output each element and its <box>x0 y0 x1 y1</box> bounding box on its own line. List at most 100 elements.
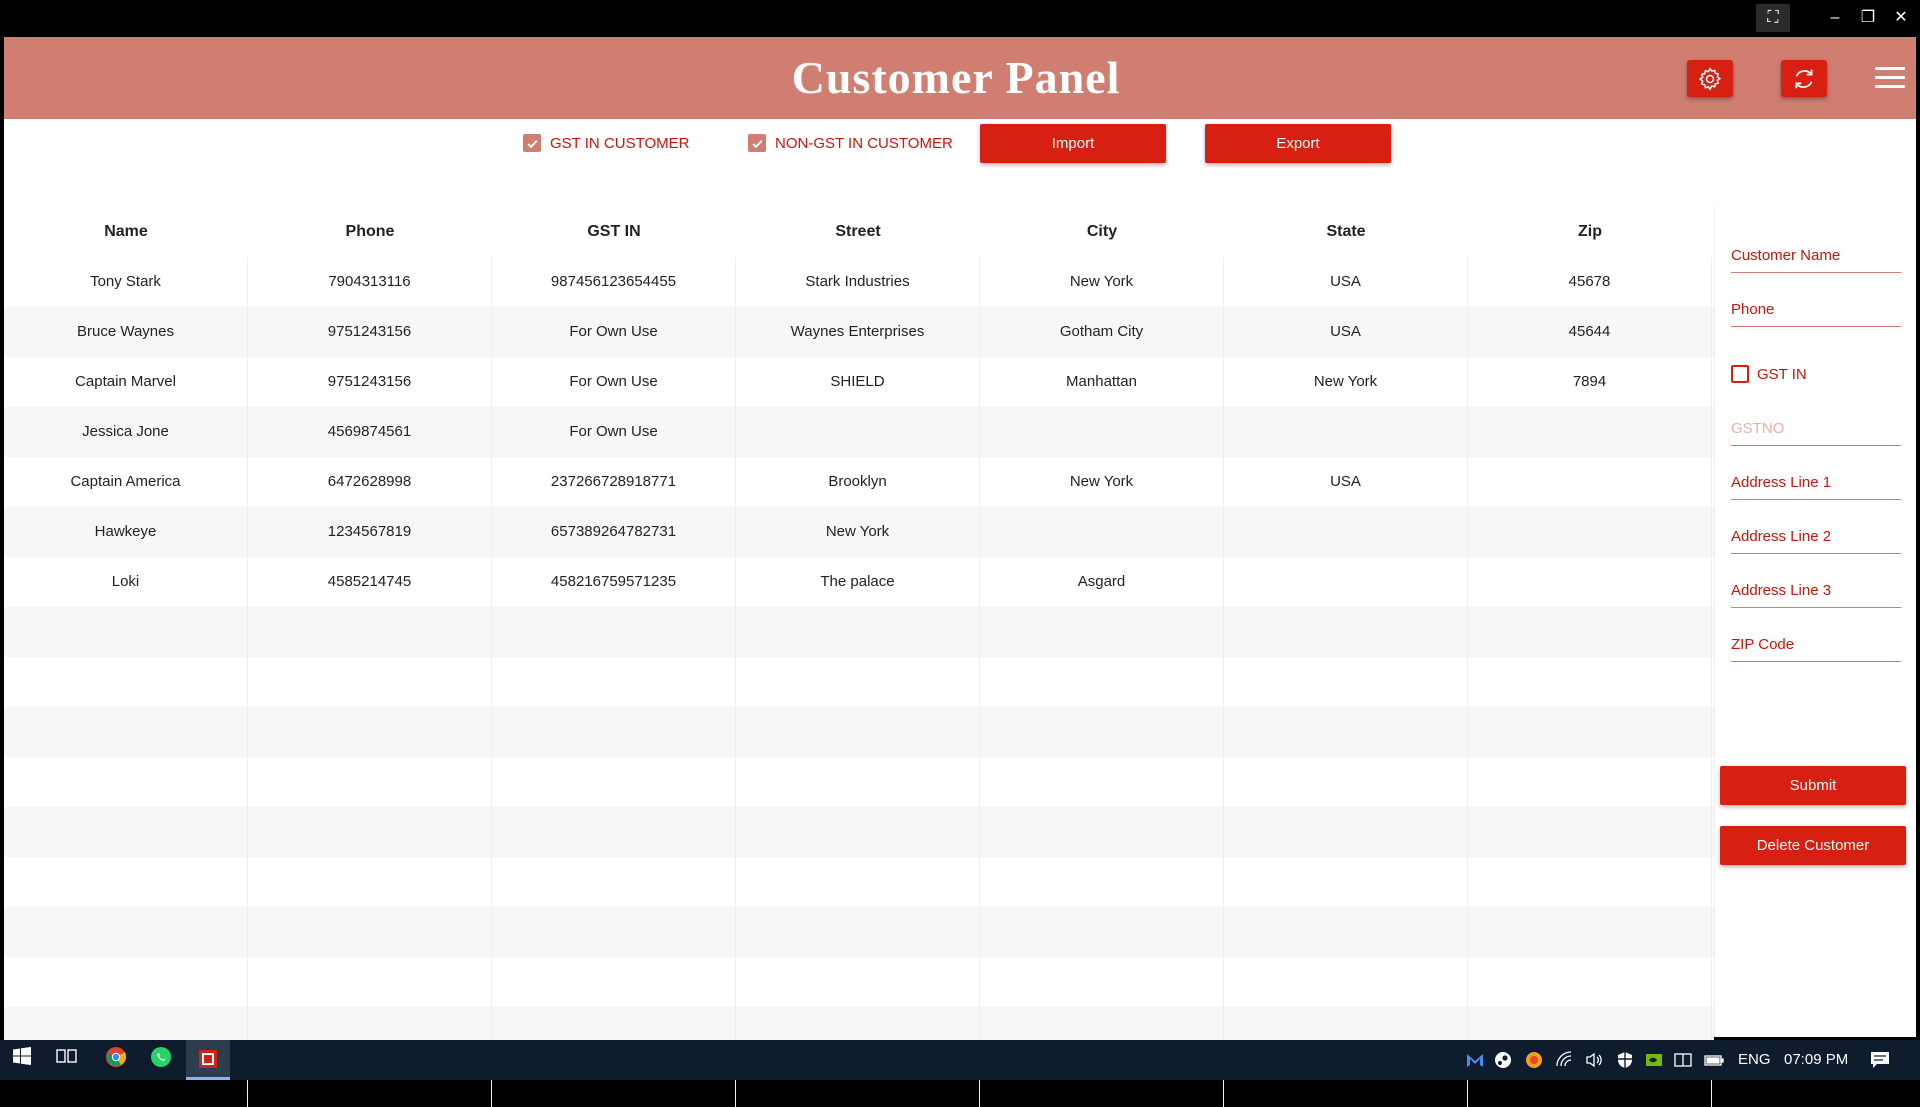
cell-phone <box>248 857 492 907</box>
cell-phone <box>248 957 492 1007</box>
table-row[interactable] <box>4 857 1714 907</box>
cell-city <box>980 807 1224 857</box>
display-tray-icon[interactable] <box>1674 1040 1692 1080</box>
zip-code-field[interactable]: ZIP Code <box>1731 636 1901 662</box>
table-row[interactable] <box>4 757 1714 807</box>
clock[interactable]: 07:09 PM <box>1784 1040 1848 1080</box>
close-icon[interactable]: ✕ <box>1884 4 1918 32</box>
cell-street: Waynes Enterprises <box>736 307 980 357</box>
cell-phone <box>248 807 492 857</box>
cell-name <box>4 957 248 1007</box>
task-view-icon[interactable] <box>51 1046 83 1074</box>
column-header-state[interactable]: State <box>1224 207 1468 257</box>
customer-name-field[interactable]: Customer Name <box>1731 247 1901 273</box>
address-line-2-field[interactable]: Address Line 2 <box>1731 528 1901 554</box>
nvidia-tray-icon[interactable] <box>1645 1040 1663 1080</box>
refresh-button[interactable] <box>1781 60 1827 97</box>
cell-name <box>4 807 248 857</box>
export-button[interactable]: Export <box>1205 124 1391 163</box>
settings-button[interactable] <box>1687 60 1733 97</box>
column-header-phone[interactable]: Phone <box>248 207 492 257</box>
gst-in-toggle[interactable]: GST IN <box>1731 365 1807 383</box>
restore-icon[interactable]: ❐ <box>1851 4 1885 32</box>
address-line-3-field[interactable]: Address Line 3 <box>1731 582 1901 608</box>
cell-zip <box>1468 407 1712 457</box>
cell-city <box>980 757 1224 807</box>
table-row[interactable]: Captain America 6472628998 237266728918771… <box>4 457 1714 507</box>
cell-zip: 7894 <box>1468 357 1712 407</box>
cell-city <box>980 607 1224 657</box>
security-shield-icon[interactable] <box>1616 1040 1634 1080</box>
cell-name: Bruce Waynes <box>4 307 248 357</box>
malwarebytes-tray-icon[interactable] <box>1466 1040 1484 1080</box>
cell-name: Jessica Jone <box>4 407 248 457</box>
non-gst-in-customer-filter[interactable]: NON-GST IN CUSTOMER <box>748 134 953 152</box>
cell-gst-in: 987456123654455 <box>492 257 736 307</box>
table-row[interactable] <box>4 957 1714 1007</box>
table-row[interactable]: Hawkeye 1234567819 657389264782731 New York <box>4 507 1714 557</box>
import-button[interactable]: Import <box>980 124 1166 163</box>
cell-city: Manhattan <box>980 357 1224 407</box>
cell-state: USA <box>1224 457 1468 507</box>
table-row[interactable]: Loki 4585214745 458216759571235 The palace A… <box>4 557 1714 607</box>
whatsapp-icon[interactable] <box>145 1046 177 1074</box>
cell-zip <box>1468 907 1712 957</box>
column-header-gst-in[interactable]: GST IN <box>492 207 736 257</box>
windows-taskbar: ENG 07:09 PM <box>0 1040 1920 1080</box>
cell-state <box>1224 407 1468 457</box>
cell-state <box>1224 657 1468 707</box>
minimize-icon[interactable]: – <box>1818 4 1852 32</box>
cell-name <box>4 757 248 807</box>
cell-street <box>736 407 980 457</box>
delete-customer-button[interactable]: Delete Customer <box>1720 826 1906 865</box>
address-line-1-field[interactable]: Address Line 1 <box>1731 474 1901 500</box>
column-header-city[interactable]: City <box>980 207 1224 257</box>
table-row[interactable] <box>4 807 1714 857</box>
steam-tray-icon[interactable] <box>1494 1040 1512 1080</box>
table-row[interactable] <box>4 907 1714 957</box>
cell-zip <box>1468 807 1712 857</box>
checkbox-unchecked-icon[interactable] <box>1731 365 1749 383</box>
table-row[interactable]: Tony Stark 7904313116 987456123654455 Stark… <box>4 257 1714 307</box>
phone-field[interactable]: Phone <box>1731 301 1901 327</box>
cell-zip <box>1468 707 1712 757</box>
gst-in-customer-filter[interactable]: GST IN CUSTOMER <box>523 134 689 152</box>
table-header: Name Phone GST IN Street City State Zip <box>4 207 1714 257</box>
checkbox-checked-icon[interactable] <box>748 134 766 152</box>
battery-icon[interactable] <box>1704 1040 1724 1080</box>
column-header-street[interactable]: Street <box>736 207 980 257</box>
table-row[interactable] <box>4 657 1714 707</box>
volume-icon[interactable] <box>1585 1040 1605 1080</box>
page-title: Customer Panel <box>791 52 1121 103</box>
table-row[interactable]: Bruce Waynes 9751243156 For Own Use Waynes … <box>4 307 1714 357</box>
cell-state <box>1224 607 1468 657</box>
notifications-icon[interactable] <box>1870 1040 1890 1080</box>
hamburger-menu-icon[interactable] <box>1875 67 1905 89</box>
table-row[interactable] <box>4 607 1714 657</box>
cell-gst-in: 458216759571235 <box>492 557 736 607</box>
chrome-icon[interactable] <box>100 1046 132 1074</box>
cell-street: The palace <box>736 557 980 607</box>
network-icon[interactable] <box>1556 1040 1574 1080</box>
cell-street: Brooklyn <box>736 457 980 507</box>
language-indicator[interactable]: ENG <box>1738 1040 1771 1080</box>
windows-start-icon[interactable] <box>6 1046 38 1074</box>
checkbox-checked-icon[interactable] <box>523 134 541 152</box>
column-header-zip[interactable]: Zip <box>1468 207 1712 257</box>
submit-button[interactable]: Submit <box>1720 766 1906 805</box>
browser-tray-icon[interactable] <box>1525 1040 1543 1080</box>
cell-state <box>1224 707 1468 757</box>
cell-gst-in: For Own Use <box>492 307 736 357</box>
table-row[interactable] <box>4 707 1714 757</box>
cell-phone: 6472628998 <box>248 457 492 507</box>
gstno-field[interactable]: GSTNO <box>1731 420 1901 446</box>
column-header-name[interactable]: Name <box>4 207 248 257</box>
table-row[interactable]: Captain Marvel 9751243156 For Own Use SHIEL… <box>4 357 1714 407</box>
cell-zip <box>1468 557 1712 607</box>
table-row[interactable]: Jessica Jone 4569874561 For Own Use <box>4 407 1714 457</box>
cell-name: Captain America <box>4 457 248 507</box>
fullscreen-icon[interactable]: ⛶ <box>1756 4 1790 32</box>
cell-zip <box>1468 607 1712 657</box>
cell-street <box>736 857 980 907</box>
customer-app-taskbar-item[interactable] <box>186 1040 230 1080</box>
